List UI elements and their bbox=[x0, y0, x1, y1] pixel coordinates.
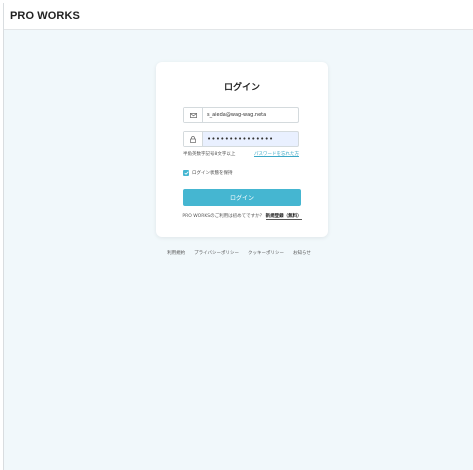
keep-login-checkbox[interactable] bbox=[183, 170, 189, 176]
footer-link-news[interactable]: お知らせ bbox=[293, 250, 311, 256]
top-bar: PRO WORKS bbox=[4, 3, 473, 30]
signup-prompt-text: PRO WORKSのご利用は初めてですか？ bbox=[182, 214, 265, 219]
signup-prompt: PRO WORKSのご利用は初めてですか？ 新規登録（無料） bbox=[156, 213, 328, 220]
password-input[interactable] bbox=[203, 132, 298, 146]
footer-link-cookie[interactable]: クッキーポリシー bbox=[248, 250, 284, 256]
app-frame: PRO WORKS ログイン 半角英数字記号8文字以上 パスワードを忘れ bbox=[3, 3, 473, 470]
lock-icon bbox=[184, 132, 203, 146]
mail-icon bbox=[184, 108, 203, 122]
keep-login-option[interactable]: ログイン状態を保持 bbox=[183, 170, 233, 176]
footer-link-terms[interactable]: 利用規約 bbox=[167, 250, 185, 256]
check-icon bbox=[183, 171, 189, 175]
password-hint: 半角英数字記号8文字以上 bbox=[183, 152, 236, 157]
login-button[interactable]: ログイン bbox=[183, 189, 301, 206]
email-input[interactable] bbox=[203, 108, 298, 122]
login-card: ログイン 半角英数字記号8文字以上 パスワードを忘れた方 bbox=[156, 62, 328, 237]
page-title: ログイン bbox=[223, 83, 260, 93]
keep-login-label: ログイン状態を保持 bbox=[192, 171, 233, 176]
logo[interactable]: PRO WORKS bbox=[10, 10, 80, 22]
email-field[interactable] bbox=[183, 107, 299, 123]
password-field[interactable] bbox=[183, 131, 299, 147]
forgot-password-link[interactable]: パスワードを忘れた方 bbox=[254, 151, 299, 157]
footer-links: 利用規約 プライバシーポリシー クッキーポリシー お知らせ bbox=[4, 250, 473, 256]
signup-link[interactable]: 新規登録（無料） bbox=[265, 214, 302, 220]
footer-link-privacy[interactable]: プライバシーポリシー bbox=[194, 250, 239, 256]
